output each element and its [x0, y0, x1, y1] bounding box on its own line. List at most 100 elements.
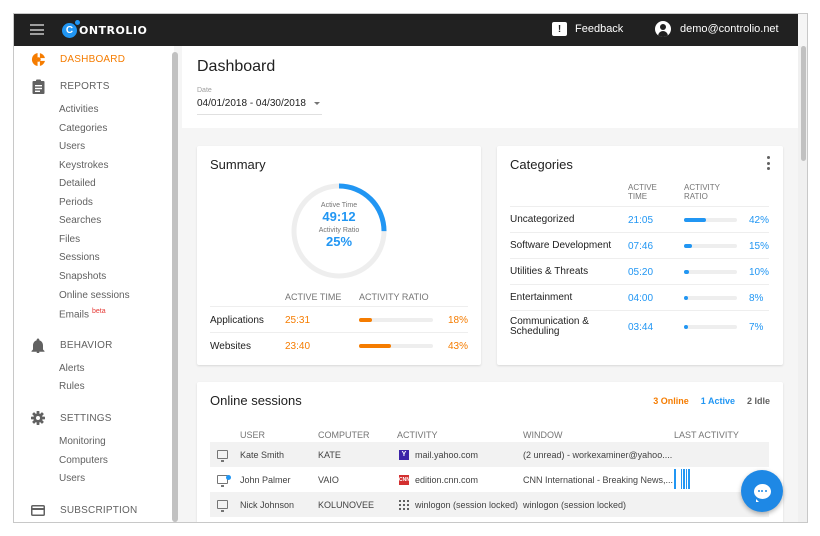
sidebar-item-computers[interactable]: Computers: [59, 455, 108, 466]
col-active-time: ACTIVE TIME: [628, 183, 657, 201]
category-row[interactable]: Uncategorized 21:05 42%: [510, 206, 769, 232]
ratio-bar: [684, 296, 737, 300]
menu-icon[interactable]: [30, 24, 44, 35]
bell-icon: [30, 337, 46, 353]
row-pct: 15%: [749, 241, 770, 252]
ratio-bar-fill: [684, 270, 690, 274]
category-row[interactable]: Entertainment 04:00 8%: [510, 284, 769, 310]
row-name: Websites: [210, 341, 251, 352]
sidebar-section-behavior[interactable]: BEHAVIOR: [14, 337, 113, 353]
clipboard-icon: [30, 78, 46, 94]
computer-icon: [217, 500, 228, 512]
scrollbar-thumb[interactable]: [801, 46, 806, 161]
activity-tick: [683, 469, 685, 489]
row-time: 25:31: [285, 315, 311, 326]
ratio-bar: [359, 318, 433, 322]
sidebar-scrollbar[interactable]: [172, 52, 178, 522]
header-line: RATIO: [684, 192, 708, 201]
last-activity-sparkline: [674, 469, 690, 489]
row-window: winlogon (session locked): [523, 500, 627, 510]
col-activity: ACTIVITY: [397, 430, 438, 440]
row-activity: edition.cnn.com: [415, 475, 479, 485]
sidebar-item-snapshots[interactable]: Snapshots: [59, 271, 106, 282]
credit-card-icon: [30, 502, 46, 518]
row-activity: mail.yahoo.com: [415, 450, 479, 460]
more-options-icon[interactable]: [767, 156, 771, 170]
summary-row: Applications 25:31 18%: [210, 306, 468, 332]
sidebar-item-searches[interactable]: Searches: [59, 215, 101, 226]
sidebar-item-dashboard[interactable]: DASHBOARD: [14, 51, 125, 67]
sidebar-label: Emails: [59, 309, 90, 321]
dashboard-icon: [30, 51, 46, 67]
user-menu[interactable]: demo@controlio.net: [655, 21, 779, 37]
categories-card: Categories ACTIVE TIME ACTIVITY RATIO Un…: [497, 146, 783, 365]
sidebar-label: SETTINGS: [60, 412, 112, 424]
sidebar-label: REPORTS: [60, 80, 110, 92]
ratio-bar-fill: [684, 244, 692, 248]
logo-mark: C: [62, 19, 80, 38]
sidebar-item-online-sessions[interactable]: Online sessions: [59, 290, 130, 301]
feedback-label: Feedback: [575, 23, 624, 35]
main-scrollbar[interactable]: [798, 46, 807, 522]
sidebar-item-alerts[interactable]: Alerts: [59, 363, 85, 374]
sidebar-item-keystrokes[interactable]: Keystrokes: [59, 160, 108, 171]
col-window: WINDOW: [523, 430, 563, 440]
sidebar-section-reports[interactable]: REPORTS: [14, 78, 110, 94]
online-sessions-card: Online sessions 3 Online 1 Active 2 Idle…: [197, 382, 783, 522]
online-count[interactable]: 3 Online: [653, 396, 689, 406]
sidebar-item-files[interactable]: Files: [59, 234, 80, 245]
activity-tick: [688, 469, 690, 489]
sidebar-label: SUBSCRIPTION: [60, 504, 138, 516]
account-icon: [655, 21, 671, 37]
category-row[interactable]: Software Development 07:46 15%: [510, 232, 769, 258]
date-range-select[interactable]: 04/01/2018 - 04/30/2018: [197, 98, 322, 115]
category-row[interactable]: Communication & Scheduling 03:44 7%: [510, 310, 769, 342]
sidebar-item-categories[interactable]: Categories: [59, 123, 107, 134]
row-user: Nick Johnson: [240, 500, 295, 510]
beta-badge: beta: [92, 308, 106, 315]
ratio-bar: [359, 344, 433, 348]
row-pct: 7%: [749, 322, 764, 333]
summary-card: Summary Active Time 49:12 Activity Ratio…: [197, 146, 481, 365]
feedback-button[interactable]: ! Feedback: [552, 22, 623, 36]
sidebar-item-activities[interactable]: Activities: [59, 104, 98, 115]
ratio-bar-fill: [684, 296, 689, 300]
session-row[interactable]: Kate Smith KATE Y mail.yahoo.com (2 unre…: [210, 442, 769, 467]
ratio-bar-fill: [684, 218, 707, 222]
summary-row: Websites 23:40 43%: [210, 332, 468, 358]
activity-tick: [680, 469, 682, 489]
row-name: Applications: [210, 315, 264, 326]
col-last-activity: LAST ACTIVITY: [674, 430, 739, 440]
row-user: John Palmer: [240, 475, 291, 485]
row-time: 21:05: [628, 215, 654, 226]
sidebar-section-settings[interactable]: SETTINGS: [14, 410, 112, 426]
row-computer: KOLUNOVEE: [318, 500, 375, 510]
sidebar-item-monitoring[interactable]: Monitoring: [59, 436, 106, 447]
sidebar-item-periods[interactable]: Periods: [59, 197, 93, 208]
sidebar-item-emails[interactable]: Emails beta: [59, 308, 106, 320]
idle-count[interactable]: 2 Idle: [747, 396, 770, 406]
sidebar-label: DASHBOARD: [60, 53, 126, 65]
row-pct: 18%: [447, 315, 468, 326]
sidebar-label: BEHAVIOR: [60, 339, 113, 351]
page-title: Dashboard: [197, 58, 276, 75]
sidebar-section-subscription[interactable]: SUBSCRIPTION: [14, 502, 137, 518]
active-count[interactable]: 1 Active: [701, 396, 735, 406]
logo[interactable]: C ONTROLIO: [62, 19, 147, 39]
session-row[interactable]: John Palmer VAIO CNN edition.cnn.com CNN…: [210, 467, 769, 492]
session-row[interactable]: Nick Johnson KOLUNOVEE winlogon (session…: [210, 492, 769, 517]
sidebar-item-detailed[interactable]: Detailed: [59, 178, 96, 189]
row-activity: winlogon (session locked): [415, 500, 519, 510]
row-name-line: Scheduling: [510, 326, 560, 337]
sidebar-item-rules[interactable]: Rules: [59, 381, 85, 392]
sidebar-item-sessions[interactable]: Sessions: [59, 252, 100, 263]
category-row[interactable]: Utilities & Threats 05:20 10%: [510, 258, 769, 284]
header-line: ACTIVITY: [684, 183, 721, 192]
sidebar-item-users[interactable]: Users: [59, 141, 85, 152]
activity-ratio-label: Activity Ratio: [318, 227, 360, 234]
sidebar-item-settings-users[interactable]: Users: [59, 473, 85, 484]
chat-button[interactable]: [741, 470, 783, 512]
date-range-value: 04/01/2018 - 04/30/2018: [197, 98, 306, 109]
session-counts: 3 Online 1 Active 2 Idle: [653, 396, 770, 406]
chat-icon: [753, 483, 771, 502]
